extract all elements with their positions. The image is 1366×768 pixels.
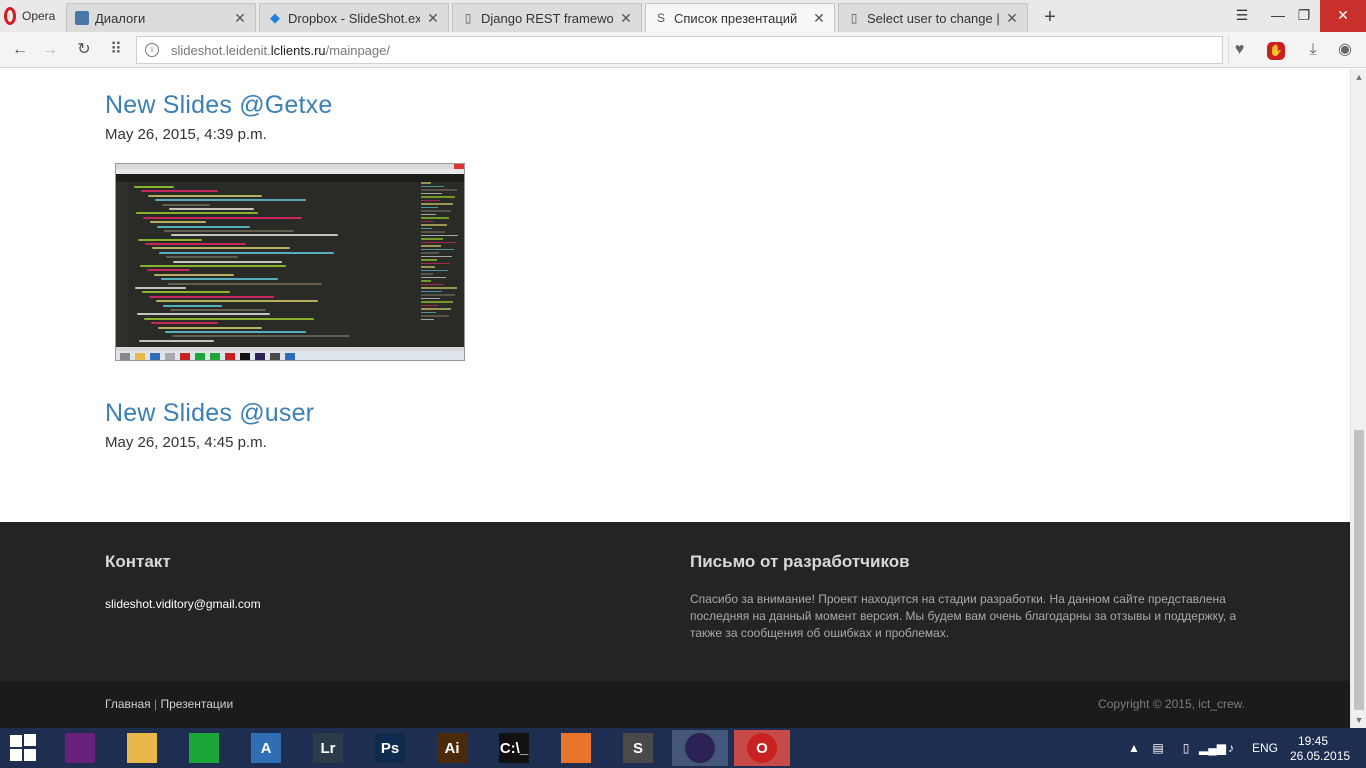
tray-expand-icon[interactable]: ▲: [1126, 740, 1142, 756]
taskbar-app-text-editor[interactable]: A: [238, 730, 294, 766]
post-item: New Slides @user May 26, 2015, 4:45 p.m.: [105, 399, 314, 451]
tab-title: Select user to change | Dja: [867, 10, 999, 26]
lightroom-icon: Lr: [313, 733, 343, 763]
battery-icon[interactable]: ▯: [1178, 740, 1194, 756]
taskbar-app-illustrator[interactable]: Ai: [424, 730, 480, 766]
scroll-up-icon[interactable]: ▲: [1351, 69, 1366, 85]
bookmark-heart-icon[interactable]: ♥: [1228, 36, 1250, 64]
taskbar-app-opera[interactable]: O: [734, 730, 790, 766]
vk-message-icon: [75, 11, 89, 25]
footer-links: Главная | Презентации: [105, 697, 233, 711]
photoshop-icon: Ps: [375, 733, 405, 763]
developer-letter-heading: Письмо от разработчиков: [690, 552, 910, 571]
taskbar-app-eclipse[interactable]: [672, 730, 728, 766]
footer-link-presentations[interactable]: Презентации: [161, 697, 234, 711]
taskbar-app-lightroom[interactable]: Lr: [300, 730, 356, 766]
eclipse-icon: [685, 733, 715, 763]
tab-title: Диалоги: [95, 10, 146, 26]
post-date: May 26, 2015, 4:45 p.m.: [105, 434, 267, 451]
visual-studio-icon: [65, 733, 95, 763]
post-title-link[interactable]: New Slides @user: [105, 399, 314, 428]
page-scrollbar[interactable]: ▲ ▼: [1350, 69, 1366, 728]
tab-title: Django REST framework: [481, 10, 613, 26]
camera-app-icon: [561, 733, 591, 763]
footer-link-separator: |: [154, 697, 158, 711]
tab-django-rest[interactable]: ▯ Django REST framework ✕: [452, 3, 642, 32]
restore-icon[interactable]: ❐: [1288, 0, 1320, 32]
close-tab-icon[interactable]: ✕: [426, 10, 440, 27]
tab-dropbox[interactable]: ◆ Dropbox - SlideShot.exe ✕: [259, 3, 449, 32]
system-clock[interactable]: 19:45 26.05.2015: [1290, 734, 1351, 764]
footer-bottom-bar: Главная | Презентации Copyright © 2015, …: [0, 681, 1350, 728]
footer: Контакт slideshot.viditory@gmail.com Пис…: [0, 522, 1350, 681]
tab-select-user[interactable]: ▯ Select user to change | Dja ✕: [838, 3, 1028, 32]
taskbar-app-sublime-text[interactable]: S: [610, 730, 666, 766]
new-tab-button[interactable]: +: [1040, 6, 1060, 29]
volume-icon[interactable]: ♪: [1223, 740, 1239, 756]
browser-toolbar: ← → ↻ ⠿ i slideshot.leidenit.lclients.ru…: [0, 32, 1366, 68]
speed-dial-grid-icon[interactable]: ⠿: [104, 38, 128, 62]
download-icon[interactable]: ⤓: [1301, 38, 1325, 62]
page-icon: ▯: [850, 11, 858, 25]
keyboard-icon[interactable]: ▤: [1150, 740, 1166, 756]
account-icon[interactable]: ◉: [1333, 38, 1357, 62]
site-s-icon: S: [656, 11, 665, 25]
opera-icon: O: [747, 733, 777, 763]
opera-menu-button[interactable]: Opera: [0, 0, 62, 32]
file-explorer-icon: [127, 733, 157, 763]
tab-title: Dropbox - SlideShot.exe: [288, 10, 420, 26]
tab-title: Список презентаций: [674, 10, 798, 26]
taskbar-app-file-explorer[interactable]: [114, 730, 170, 766]
forward-button[interactable]: →: [38, 38, 62, 62]
site-info-icon[interactable]: i: [145, 43, 159, 57]
presentation-thumbnail[interactable]: [115, 163, 465, 361]
copyright-text: Copyright © 2015, ict_crew.: [1098, 697, 1245, 711]
post-date: May 26, 2015, 4:39 p.m.: [105, 126, 267, 143]
illustrator-icon: Ai: [437, 733, 467, 763]
windows-taskbar: A Lr Ps Ai C:\_ S O ▲ ▤ ▯ ▂▄▆ ♪ ENG 19:45 26.0…: [0, 728, 1366, 768]
taskbar-app-photoshop[interactable]: Ps: [362, 730, 418, 766]
adblock-icon[interactable]: ✋: [1264, 38, 1288, 62]
text-editor-icon: A: [251, 733, 281, 763]
url-text[interactable]: slideshot.leidenit.lclients.ru/mainpage/: [171, 43, 390, 58]
command-prompt-icon: C:\_: [499, 733, 529, 763]
post-item: New Slides @Getxe May 26, 2015, 4:39 p.m…: [105, 91, 332, 143]
tab-dialogs[interactable]: Диалоги ✕: [66, 3, 256, 32]
close-window-icon[interactable]: ✕: [1320, 0, 1366, 32]
dropbox-icon: ◆: [270, 10, 280, 25]
reload-icon[interactable]: ↻: [72, 38, 96, 62]
tab-presentation-list[interactable]: S Список презентаций ✕: [645, 3, 835, 32]
browser-tab-strip: Opera Диалоги ✕ ◆ Dropbox - SlideShot.ex…: [0, 0, 1366, 32]
language-indicator[interactable]: ENG: [1252, 728, 1278, 768]
close-tab-icon[interactable]: ✕: [233, 10, 247, 27]
clock-date: 26.05.2015: [1290, 749, 1351, 763]
contact-heading: Контакт: [105, 552, 171, 571]
scroll-down-icon[interactable]: ▼: [1351, 712, 1366, 728]
close-tab-icon[interactable]: ✕: [1005, 10, 1019, 27]
taskbar-app-visual-studio[interactable]: [52, 730, 108, 766]
scroll-thumb[interactable]: [1354, 430, 1364, 710]
taskbar-app-command-prompt[interactable]: C:\_: [486, 730, 542, 766]
tab-menu-icon[interactable]: ☰: [1226, 0, 1258, 32]
taskbar-app-store[interactable]: [176, 730, 232, 766]
store-icon: [189, 733, 219, 763]
sublime-text-icon: S: [623, 733, 653, 763]
page-icon: ▯: [464, 11, 472, 25]
network-signal-icon[interactable]: ▂▄▆: [1199, 740, 1226, 756]
back-button[interactable]: ←: [8, 38, 32, 62]
opera-menu-label: Opera: [22, 9, 56, 23]
developer-letter-text: Спасибо за внимание! Проект находится на…: [690, 592, 1237, 640]
windows-start-icon[interactable]: [10, 734, 38, 762]
address-bar[interactable]: i slideshot.leidenit.lclients.ru/mainpag…: [136, 36, 1223, 64]
post-title-link[interactable]: New Slides @Getxe: [105, 91, 332, 120]
clock-time: 19:45: [1297, 734, 1329, 748]
footer-link-home[interactable]: Главная: [105, 697, 151, 711]
close-tab-icon[interactable]: ✕: [619, 10, 633, 27]
taskbar-app-camera-app[interactable]: [548, 730, 604, 766]
close-tab-icon[interactable]: ✕: [812, 10, 826, 27]
page-viewport: New Slides @Getxe May 26, 2015, 4:39 p.m…: [0, 69, 1350, 728]
opera-logo-icon: [4, 7, 16, 25]
contact-email[interactable]: slideshot.viditory@gmail.com: [105, 597, 261, 611]
